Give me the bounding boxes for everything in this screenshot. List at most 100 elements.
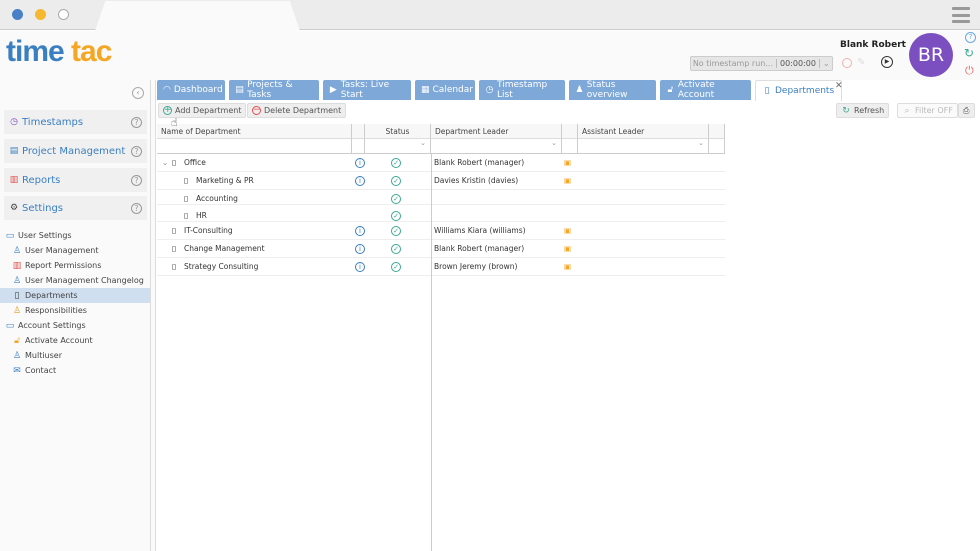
column-header-assistant[interactable]: Assistant Leader (578, 124, 709, 139)
tab-projects-tasks[interactable]: ▤ Projects & Tasks (229, 80, 319, 100)
column-header-name[interactable]: Name of Department (157, 124, 352, 139)
power-icon[interactable]: ⏻ (965, 64, 974, 78)
edit-icon[interactable]: ✎ (857, 57, 865, 68)
delete-department-button[interactable]: − Delete Department (247, 103, 347, 118)
sidebar-item-project-management[interactable]: ▤ Project Management? (4, 139, 147, 163)
window-minimize-dot[interactable] (35, 9, 46, 20)
info-icon[interactable]: i (355, 176, 365, 186)
assign-leader-icon[interactable]: ▣ (564, 244, 571, 253)
play-icon: ▶ (329, 85, 337, 95)
sidebar-tree-item[interactable]: ♙ Multiuser (0, 348, 150, 363)
sidebar-item-settings[interactable]: ⚙ Settings? (4, 196, 147, 220)
filter-leader[interactable]: ⌄ (431, 139, 562, 154)
window-maximize-dot[interactable] (58, 9, 69, 20)
sidebar-tree-item[interactable]: 🔓︎ Activate Account (0, 333, 150, 348)
table-row[interactable]: ⌄ ▯ Office i ✓ Blank Robert (manager) ▣ (157, 154, 725, 172)
sidebar-tree-item[interactable]: ▭ Account Settings (0, 318, 150, 333)
chevron-down-icon[interactable]: ⌄ (818, 59, 830, 68)
tab-calendar[interactable]: ▦ Calendar (415, 80, 475, 100)
table-row[interactable]: ▯ HR ✓ (157, 207, 725, 222)
sidebar-tree-item[interactable]: ♙ User Management Changelog (0, 273, 150, 288)
help-icon[interactable]: ? (131, 174, 142, 186)
status-active-icon: ✓ (391, 244, 401, 254)
mail-icon: ✉ (13, 365, 21, 376)
clock-icon: ◷ (485, 85, 494, 95)
tab-timestamp-list[interactable]: ◷ Timestamp List (479, 80, 565, 100)
dashboard-icon: ◠ (163, 85, 171, 95)
info-icon[interactable]: i (355, 158, 365, 168)
user-icon: ♟ (575, 85, 584, 95)
folder-icon: ▭ (5, 320, 15, 331)
department-name: Accounting (196, 194, 238, 203)
folder-icon: ▤ (235, 85, 244, 95)
sidebar-item-label: Project Management (22, 145, 126, 157)
sidebar-tree-item[interactable]: ▭ User Settings (0, 228, 150, 243)
tab-label: Timestamp List (497, 80, 548, 100)
tab-departments[interactable]: ▯ Departments (755, 80, 842, 101)
sidebar-tree-item[interactable]: ▥ Report Permissions (0, 258, 150, 273)
sidebar-item-timestamps[interactable]: ◷ Timestamps? (4, 110, 147, 134)
table-row[interactable]: ▯ Change Management i ✓ Blank Robert (manage… (157, 240, 725, 258)
filter-button[interactable]: ⌕ Filter OFF (897, 103, 958, 118)
assign-leader-icon[interactable]: ▣ (564, 226, 571, 235)
tree-item-label: Departments (25, 291, 78, 300)
assign-leader-icon[interactable]: ▣ (564, 176, 571, 185)
mouse-cursor: ☝ (171, 116, 178, 129)
filter-name[interactable] (157, 139, 352, 154)
column-header-leader[interactable]: Department Leader (431, 124, 562, 139)
help-icon[interactable]: ? (131, 145, 142, 157)
expand-toggle[interactable]: ⌄ (162, 158, 168, 167)
collapse-sidebar-button[interactable]: ‹ (132, 87, 144, 99)
info-icon[interactable]: i (355, 244, 365, 254)
sidebar-tree-item[interactable]: ▯ Departments (0, 288, 150, 303)
print-button[interactable]: ⎙ (958, 103, 975, 118)
sidebar-tree-item[interactable]: ✉ Contact (0, 363, 150, 378)
timestamp-widget[interactable]: No timestamp run... 00:00:00 ⌄ (690, 56, 833, 71)
sidebar-tree-item[interactable]: ♙ Responsibilities (0, 303, 150, 318)
bar-chart-icon: ▥ (12, 260, 22, 271)
tree-item-label: Activate Account (25, 336, 93, 345)
tab-tasks-live-start[interactable]: ▶ Tasks: Live Start (323, 80, 411, 100)
tab-dashboard[interactable]: ◠ Dashboard (157, 80, 225, 100)
departments-icon: ▯ (14, 290, 20, 301)
multiuser-icon: ♙ (12, 350, 22, 361)
close-tab-icon[interactable]: ✕ (835, 81, 843, 91)
info-icon[interactable]: i (355, 226, 365, 236)
timestamp-time: 00:00:00 (776, 59, 819, 68)
avatar[interactable]: BR (909, 33, 953, 77)
window-close-dot[interactable] (12, 9, 23, 20)
assign-leader-icon[interactable]: ▣ (564, 262, 571, 271)
table-row[interactable]: ▯ Marketing & PR i ✓ Davies Kristin (davies)… (157, 172, 725, 190)
assign-leader-icon[interactable]: ▣ (564, 158, 571, 167)
filter-assistant[interactable]: ⌄ (578, 139, 709, 154)
sidebar-tree-item[interactable]: ♙ User Management (0, 243, 150, 258)
column-header-info (352, 124, 365, 139)
refresh-icon[interactable]: ↻ (964, 46, 974, 60)
table-row[interactable]: ▯ Accounting ✓ (157, 190, 725, 205)
filter-status[interactable]: ⌄ (365, 139, 431, 154)
folder-icon: ▭ (5, 230, 15, 241)
help-icon[interactable]: ? (131, 202, 142, 214)
timestamp-status: No timestamp run... (692, 59, 773, 68)
tab-status-overview[interactable]: ♟ Status overview (569, 80, 656, 100)
column-header-status[interactable]: Status (365, 124, 431, 139)
browser-tab[interactable] (95, 1, 300, 31)
table-row[interactable]: ▯ IT-Consulting i ✓ Williams Kiara (williams… (157, 222, 725, 240)
button-label: Delete Department (264, 106, 342, 115)
refresh-button[interactable]: ↻ Refresh (836, 103, 890, 118)
help-icon[interactable]: ? (131, 116, 142, 128)
help-icon[interactable]: ? (965, 32, 976, 43)
menu-icon[interactable] (952, 7, 970, 23)
play-icon[interactable]: ▶ (881, 56, 893, 68)
search-icon: ⌕ (904, 105, 910, 116)
user-name: Blank Robert (840, 40, 906, 50)
gear-icon: ⚙ (9, 203, 19, 213)
tree-item-label: Report Permissions (25, 261, 102, 270)
table-row[interactable]: ▯ Strategy Consulting i ✓ Brown Jeremy (brow… (157, 258, 725, 276)
info-icon[interactable]: i (355, 262, 365, 272)
stop-icon[interactable] (842, 58, 852, 68)
button-label: Add Department (175, 106, 242, 115)
filter-info (352, 139, 365, 154)
tab-activate-account[interactable]: 🔓︎ Activate Account (660, 80, 751, 100)
sidebar-item-reports[interactable]: ▥ Reports? (4, 168, 147, 192)
